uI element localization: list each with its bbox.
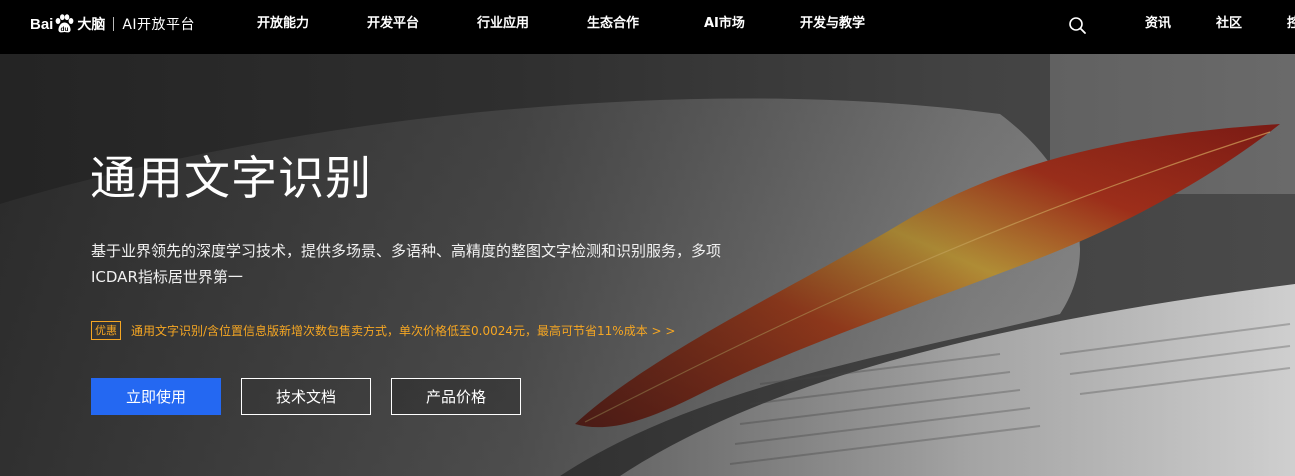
logo-brand-right: 大脑	[77, 17, 106, 33]
nav-item-open-capabilities[interactable]: 开放能力	[257, 16, 309, 32]
nav-item-ai-market[interactable]: AI市场	[704, 16, 745, 32]
nav-item-community[interactable]: 社区	[1216, 16, 1242, 32]
nav-item-ecosystem[interactable]: 生态合作	[587, 16, 639, 32]
promo-link[interactable]: 通用文字识别/含位置信息版新增次数包售卖方式，单次价格低至0.0024元，最高可…	[131, 322, 675, 339]
promo-badge: 优惠	[91, 321, 121, 340]
hero-banner: 通用文字识别 基于业界领先的深度学习技术，提供多场景、多语种、高精度的整图文字检…	[0, 54, 1295, 476]
logo-brand-left: Bai	[30, 15, 54, 33]
nav-item-dev-education[interactable]: 开发与教学	[800, 16, 865, 32]
baidu-ai-logo[interactable]: Bai du 大脑 AI开放平台	[30, 9, 195, 39]
nav-item-industry[interactable]: 行业应用	[477, 16, 529, 32]
svg-text:du: du	[61, 26, 69, 33]
hero-description: 基于业界领先的深度学习技术，提供多场景、多语种、高精度的整图文字检测和识别服务，…	[91, 242, 722, 286]
logo-product-name: AI开放平台	[122, 17, 196, 33]
baidu-paw-icon: du	[55, 14, 74, 33]
top-navigation: Bai du 大脑 AI开放平台 开放能力 开发平台 行业应用 生态合作 AI市…	[0, 0, 1295, 54]
use-now-button[interactable]: 立即使用	[91, 378, 221, 415]
nav-item-dev-platform[interactable]: 开发平台	[367, 16, 419, 32]
nav-item-news[interactable]: 资讯	[1145, 16, 1171, 32]
promo-banner: 优惠 通用文字识别/含位置信息版新增次数包售卖方式，单次价格低至0.0024元，…	[91, 321, 675, 340]
logo-divider	[113, 17, 115, 31]
nav-item-console[interactable]: 控	[1287, 16, 1295, 32]
page-title: 通用文字识别	[90, 151, 372, 205]
tech-docs-button[interactable]: 技术文档	[241, 378, 371, 415]
pricing-button[interactable]: 产品价格	[391, 378, 521, 415]
search-icon[interactable]	[1068, 16, 1087, 35]
